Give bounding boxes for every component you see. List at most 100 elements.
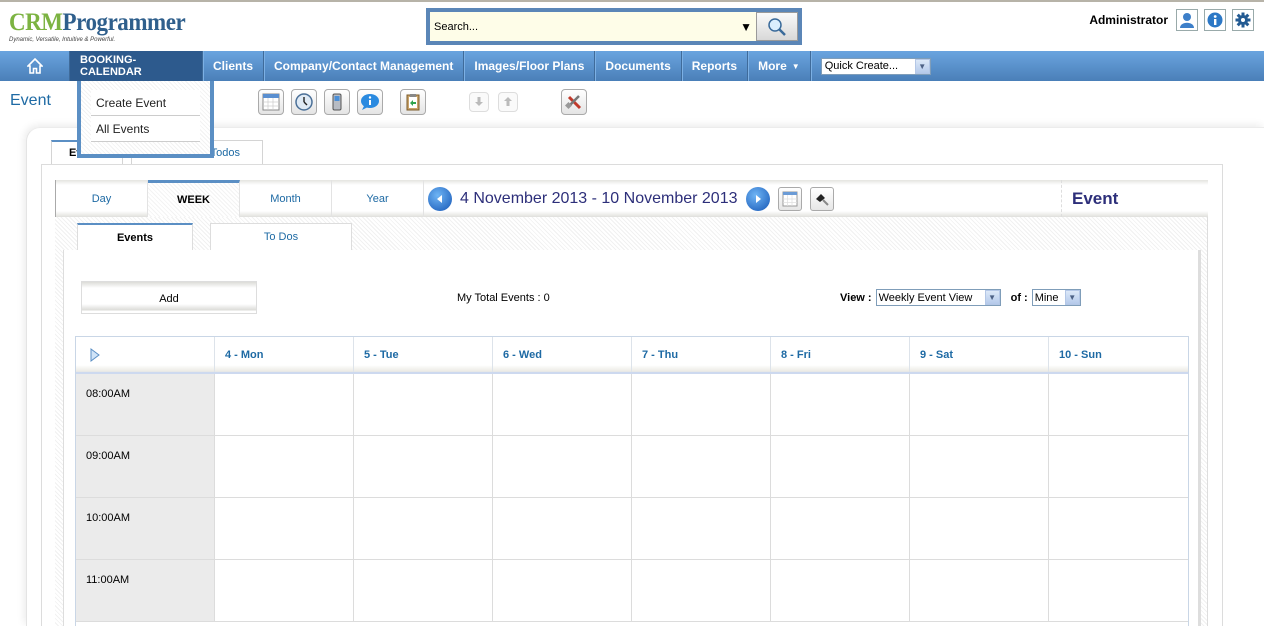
day-header[interactable]: 5 - Tue	[354, 337, 493, 372]
time-row: 08:00AM	[76, 374, 1188, 436]
calendar-icon[interactable]	[258, 89, 284, 115]
time-slot[interactable]	[632, 560, 771, 621]
mobile-icon[interactable]	[324, 89, 350, 115]
time-slot[interactable]	[910, 374, 1049, 435]
nav-more[interactable]: More ▼	[748, 51, 811, 81]
triangle-right-icon	[90, 347, 100, 362]
time-slot[interactable]	[354, 560, 493, 621]
clock-icon[interactable]	[291, 89, 317, 115]
nav-home[interactable]	[0, 51, 70, 81]
time-slot[interactable]	[771, 498, 910, 559]
binoculars-icon	[815, 193, 829, 206]
user-name[interactable]: Administrator	[1089, 13, 1168, 27]
tools-icon[interactable]	[561, 89, 587, 115]
add-event-button[interactable]: Add	[81, 281, 257, 314]
time-slot[interactable]	[771, 436, 910, 497]
view-title: Event	[1061, 180, 1209, 217]
quick-create-value: Quick Create...	[824, 60, 899, 72]
search-icon	[768, 17, 786, 36]
time-slot[interactable]	[215, 560, 354, 621]
sub-tab-todos[interactable]: To Dos	[210, 223, 352, 250]
tab-label: To Dos	[263, 231, 299, 243]
view-tab-year[interactable]: Year	[332, 180, 424, 217]
nav-documents[interactable]: Documents	[595, 51, 682, 81]
day-header[interactable]: 10 - Sun	[1049, 337, 1188, 372]
view-tab-month[interactable]: Month	[240, 180, 332, 217]
search-bar: Search... ▼	[426, 8, 802, 45]
time-slot[interactable]	[493, 560, 632, 621]
owner-select[interactable]: Mine ▼	[1031, 289, 1081, 306]
next-week-button[interactable]	[745, 186, 770, 211]
time-slot[interactable]	[354, 498, 493, 559]
time-slot[interactable]	[215, 436, 354, 497]
time-label: 08:00AM	[76, 374, 215, 435]
time-slot[interactable]	[771, 560, 910, 621]
view-bar: Day WEEK Month Year 4 November 2013 - 10…	[55, 180, 1208, 217]
time-slot[interactable]	[1049, 374, 1188, 435]
search-input[interactable]: Search... ▼	[430, 12, 756, 41]
time-slot[interactable]	[771, 374, 910, 435]
time-slot[interactable]	[1049, 560, 1188, 621]
owner-select-value: Mine	[1034, 291, 1059, 304]
logo[interactable]: CRMProgrammer Dynamic, Versatile, Intuit…	[9, 9, 201, 44]
time-slot[interactable]	[910, 498, 1049, 559]
search-dropdown-arrow-icon[interactable]: ▼	[740, 20, 752, 34]
time-slot[interactable]	[1049, 436, 1188, 497]
nav-company-contact[interactable]: Company/Contact Management	[264, 51, 465, 81]
export-icon[interactable]	[498, 92, 518, 112]
import-icon[interactable]	[469, 92, 489, 112]
chat-info-icon[interactable]	[357, 89, 383, 115]
add-label: Add	[159, 293, 179, 305]
time-slot[interactable]	[910, 560, 1049, 621]
view-search-button[interactable]	[809, 186, 834, 211]
tab-label: Events	[116, 231, 154, 244]
menu-item-all-events[interactable]: All Events	[91, 116, 200, 142]
day-header[interactable]: 4 - Mon	[215, 337, 354, 372]
time-slot[interactable]	[632, 374, 771, 435]
nav-clients[interactable]: Clients	[203, 51, 265, 81]
home-icon	[26, 58, 43, 74]
view-tab-week[interactable]: WEEK	[148, 180, 240, 217]
info-icon[interactable]	[1204, 9, 1226, 31]
nav-label: Reports	[691, 59, 738, 73]
menu-item-create-event[interactable]: Create Event	[91, 90, 200, 116]
time-label: 09:00AM	[76, 436, 215, 497]
settings-icon[interactable]	[1232, 9, 1254, 31]
time-slot[interactable]	[354, 436, 493, 497]
time-slot[interactable]	[632, 436, 771, 497]
time-slot[interactable]	[493, 374, 632, 435]
time-slot[interactable]	[1049, 498, 1188, 559]
day-header[interactable]: 9 - Sat	[910, 337, 1049, 372]
time-slot[interactable]	[354, 374, 493, 435]
sub-tab-events[interactable]: Events	[77, 223, 193, 250]
logo-programmer: Programmer	[62, 9, 186, 36]
expand-toggle[interactable]	[76, 337, 215, 372]
search-button[interactable]	[756, 12, 798, 41]
time-slot[interactable]	[910, 436, 1049, 497]
user-icon[interactable]	[1176, 9, 1198, 31]
quick-create-select[interactable]: Quick Create... ▼	[820, 57, 931, 75]
chevron-down-icon: ▼	[984, 290, 1000, 305]
time-slot[interactable]	[632, 498, 771, 559]
time-label: 10:00AM	[76, 498, 215, 559]
time-slot[interactable]	[215, 498, 354, 559]
time-slot[interactable]	[493, 498, 632, 559]
time-slot[interactable]	[493, 436, 632, 497]
time-slot[interactable]	[215, 374, 354, 435]
clipboard-import-icon[interactable]	[400, 89, 426, 115]
date-picker-button[interactable]	[777, 186, 802, 211]
view-tab-day[interactable]: Day	[56, 180, 148, 217]
view-select-value: Weekly Event View	[878, 291, 973, 304]
previous-week-button[interactable]	[428, 186, 452, 211]
nav-label: Company/Contact Management	[274, 59, 454, 73]
day-header[interactable]: 6 - Wed	[493, 337, 632, 372]
day-header[interactable]: 8 - Fri	[771, 337, 910, 372]
day-header[interactable]: 7 - Thu	[632, 337, 771, 372]
page-title: Event	[10, 92, 51, 109]
nav-reports[interactable]: Reports	[682, 51, 749, 81]
date-navigator: 4 November 2013 - 10 November 2013	[424, 180, 834, 217]
nav-booking-calendar[interactable]: BOOKING-CALENDAR	[70, 51, 203, 81]
view-select[interactable]: Weekly Event View ▼	[875, 289, 1001, 306]
main-navbar: BOOKING-CALENDAR Clients Company/Contact…	[0, 51, 1264, 81]
nav-images-floor-plans[interactable]: Images/Floor Plans	[464, 51, 596, 81]
